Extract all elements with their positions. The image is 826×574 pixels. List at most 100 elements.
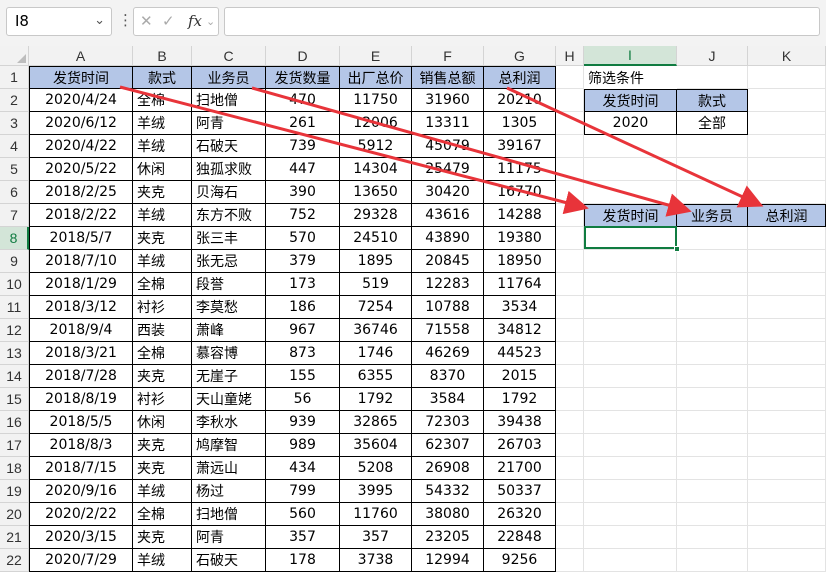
table-cell[interactable]: 慕容博 xyxy=(192,342,266,365)
empty-cell[interactable] xyxy=(584,549,677,572)
table-cell[interactable]: 9256 xyxy=(484,549,556,572)
table-cell[interactable]: 李莫愁 xyxy=(192,296,266,319)
empty-cell[interactable] xyxy=(556,227,584,250)
table-cell[interactable]: 31960 xyxy=(412,89,484,112)
row-header-10[interactable]: 10 xyxy=(0,273,29,296)
table-cell[interactable]: 13650 xyxy=(340,181,412,204)
table-cell[interactable]: 2020/3/15 xyxy=(29,526,133,549)
empty-cell[interactable] xyxy=(677,480,748,503)
table-cell[interactable]: 35604 xyxy=(340,434,412,457)
row-header-18[interactable]: 18 xyxy=(0,457,29,480)
empty-cell[interactable] xyxy=(584,273,677,296)
table-cell[interactable]: 11764 xyxy=(484,273,556,296)
table-cell[interactable]: 989 xyxy=(266,434,340,457)
table-cell[interactable]: 2018/9/4 xyxy=(29,319,133,342)
empty-cell[interactable] xyxy=(748,66,826,89)
empty-cell[interactable] xyxy=(677,296,748,319)
table-cell[interactable]: 羊绒 xyxy=(133,549,192,572)
table-cell[interactable]: 2018/7/15 xyxy=(29,457,133,480)
row-header-19[interactable]: 19 xyxy=(0,480,29,503)
column-header-a[interactable]: A xyxy=(29,46,133,66)
empty-cell[interactable] xyxy=(748,319,826,342)
row-header-2[interactable]: 2 xyxy=(0,89,29,112)
empty-cell[interactable] xyxy=(584,158,677,181)
empty-cell[interactable] xyxy=(556,181,584,204)
row-header-9[interactable]: 9 xyxy=(0,250,29,273)
table-cell[interactable]: 夹克 xyxy=(133,526,192,549)
table-cell[interactable]: 段誉 xyxy=(192,273,266,296)
table-cell[interactable]: 32865 xyxy=(340,411,412,434)
more-options-icon[interactable]: ⋮ xyxy=(118,11,133,29)
empty-cell[interactable] xyxy=(556,158,584,181)
empty-cell[interactable] xyxy=(748,388,826,411)
table-cell[interactable]: 19380 xyxy=(484,227,556,250)
table-cell[interactable]: 2020/9/16 xyxy=(29,480,133,503)
table-cell[interactable]: 羊绒 xyxy=(133,250,192,273)
empty-cell[interactable] xyxy=(584,181,677,204)
table-cell[interactable]: 21700 xyxy=(484,457,556,480)
criteria-value-style[interactable]: 全部 xyxy=(677,112,748,135)
table-cell[interactable]: 张无忌 xyxy=(192,250,266,273)
table-cell[interactable]: 519 xyxy=(340,273,412,296)
table-cell[interactable]: 2018/7/28 xyxy=(29,365,133,388)
table-cell[interactable]: 23205 xyxy=(412,526,484,549)
empty-cell[interactable] xyxy=(677,158,748,181)
empty-cell[interactable] xyxy=(556,66,584,89)
table-cell[interactable]: 38080 xyxy=(412,503,484,526)
empty-cell[interactable] xyxy=(748,135,826,158)
table-cell[interactable]: 434 xyxy=(266,457,340,480)
table-cell[interactable]: 萧远山 xyxy=(192,457,266,480)
empty-cell[interactable] xyxy=(556,135,584,158)
active-cell-i8[interactable] xyxy=(584,226,677,249)
empty-cell[interactable] xyxy=(677,549,748,572)
chevron-down-icon[interactable]: ⌄ xyxy=(206,15,215,28)
empty-cell[interactable] xyxy=(677,342,748,365)
table-cell[interactable]: 12006 xyxy=(340,112,412,135)
table-cell[interactable]: 5912 xyxy=(340,135,412,158)
table-cell[interactable]: 2020/4/24 xyxy=(29,89,133,112)
table-cell[interactable]: 14288 xyxy=(484,204,556,227)
table-cell[interactable]: 13311 xyxy=(412,112,484,135)
empty-cell[interactable] xyxy=(556,89,584,112)
table-cell[interactable]: 杨过 xyxy=(192,480,266,503)
table-cell[interactable]: 45079 xyxy=(412,135,484,158)
table-cell[interactable]: 72303 xyxy=(412,411,484,434)
empty-cell[interactable] xyxy=(677,411,748,434)
empty-cell[interactable] xyxy=(556,503,584,526)
table-cell[interactable]: 447 xyxy=(266,158,340,181)
table-cell[interactable]: 5208 xyxy=(340,457,412,480)
table-cell[interactable]: 羊绒 xyxy=(133,480,192,503)
empty-cell[interactable] xyxy=(584,296,677,319)
criteria-header-style[interactable]: 款式 xyxy=(677,89,748,112)
row-header-1[interactable]: 1 xyxy=(0,66,29,89)
table-cell[interactable]: 357 xyxy=(340,526,412,549)
formula-input[interactable] xyxy=(224,7,820,36)
empty-cell[interactable] xyxy=(556,526,584,549)
table-cell[interactable]: 8370 xyxy=(412,365,484,388)
table-cell[interactable]: 173 xyxy=(266,273,340,296)
table-cell[interactable]: 3534 xyxy=(484,296,556,319)
table-cell[interactable]: 2018/3/12 xyxy=(29,296,133,319)
table-cell[interactable]: 7254 xyxy=(340,296,412,319)
empty-cell[interactable] xyxy=(556,388,584,411)
empty-cell[interactable] xyxy=(556,273,584,296)
empty-cell[interactable] xyxy=(677,135,748,158)
table-cell[interactable]: 2020/5/22 xyxy=(29,158,133,181)
table-cell[interactable]: 2020/7/29 xyxy=(29,549,133,572)
table-cell[interactable]: 夹克 xyxy=(133,434,192,457)
table-header-cell[interactable]: 销售总额 xyxy=(412,66,484,89)
table-cell[interactable]: 衬衫 xyxy=(133,296,192,319)
empty-cell[interactable] xyxy=(748,342,826,365)
empty-cell[interactable] xyxy=(584,434,677,457)
table-cell[interactable]: 西装 xyxy=(133,319,192,342)
table-cell[interactable]: 155 xyxy=(266,365,340,388)
table-cell[interactable]: 扫地僧 xyxy=(192,503,266,526)
table-cell[interactable]: 扫地僧 xyxy=(192,89,266,112)
table-cell[interactable]: 11760 xyxy=(340,503,412,526)
empty-cell[interactable] xyxy=(748,526,826,549)
empty-cell[interactable] xyxy=(748,250,826,273)
table-cell[interactable]: 2018/5/7 xyxy=(29,227,133,250)
table-cell[interactable]: 20845 xyxy=(412,250,484,273)
table-cell[interactable]: 独孤求败 xyxy=(192,158,266,181)
row-header-12[interactable]: 12 xyxy=(0,319,29,342)
